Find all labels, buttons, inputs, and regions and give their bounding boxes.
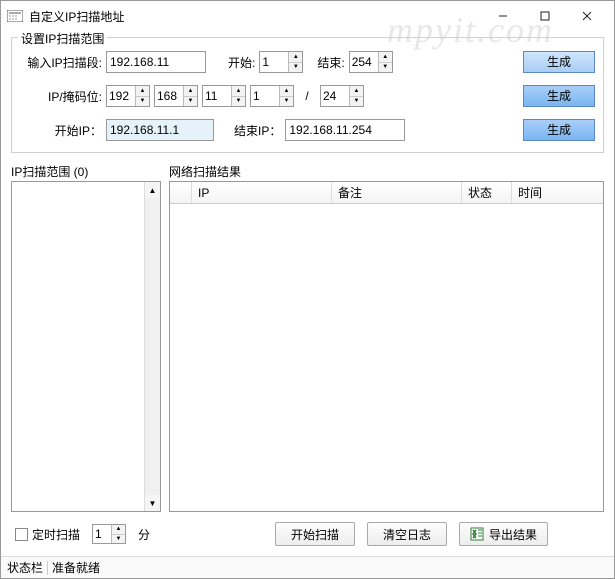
segment-input[interactable] (106, 51, 206, 73)
generate-button-1[interactable]: 生成 (523, 51, 595, 73)
col-remark[interactable]: 备注 (332, 182, 462, 203)
octet1-spinner[interactable]: ▲▼ (106, 85, 150, 107)
start-spinner[interactable]: ▲▼ (259, 51, 303, 73)
status-bar: 状态栏 准备就绪 (1, 556, 614, 578)
statusbar-label: 状态栏 (7, 559, 43, 576)
octet2-spinner[interactable]: ▲▼ (154, 85, 198, 107)
timed-scan-label: 定时扫描 (32, 526, 80, 543)
window-title: 自定义IP扫描地址 (29, 8, 482, 25)
spinner-up-icon[interactable]: ▲ (379, 52, 392, 63)
group-title: 设置IP扫描范围 (18, 30, 107, 47)
ip-range-panel: IP扫描范围 (0) ▲ ▼ (11, 163, 161, 512)
scrollbar[interactable]: ▲ ▼ (144, 182, 160, 511)
export-button[interactable]: 导出结果 (459, 522, 548, 546)
minimize-button[interactable] (482, 2, 524, 30)
generate-button-2[interactable]: 生成 (523, 85, 595, 107)
spinner-down-icon[interactable]: ▼ (379, 63, 392, 73)
timed-scan-checkbox[interactable]: 定时扫描 (15, 526, 80, 543)
endip-input[interactable] (285, 119, 405, 141)
spinner-down-icon[interactable]: ▼ (289, 63, 302, 73)
ip-range-list[interactable]: ▲ ▼ (11, 181, 161, 512)
result-panel: 网络扫描结果 IP 备注 状态 时间 (169, 163, 604, 512)
slash-label: / (298, 89, 316, 103)
start-label: 开始: (228, 54, 255, 71)
app-icon (7, 9, 23, 23)
statusbar-text: 准备就绪 (52, 559, 100, 576)
end-spinner-input[interactable] (350, 52, 378, 72)
spinner-up-icon[interactable]: ▲ (289, 52, 302, 63)
title-bar: 自定义IP扫描地址 (1, 1, 614, 31)
end-spinner[interactable]: ▲▼ (349, 51, 393, 73)
col-blank[interactable] (170, 182, 192, 203)
checkbox-box[interactable] (15, 528, 28, 541)
result-title: 网络扫描结果 (169, 163, 604, 181)
start-scan-button[interactable]: 开始扫描 (275, 522, 355, 546)
startip-input[interactable] (106, 119, 214, 141)
scan-range-group: 设置IP扫描范围 输入IP扫描段: 开始: ▲▼ 结束: ▲▼ 生成 (11, 37, 604, 153)
ip-range-title: IP扫描范围 (0) (11, 163, 161, 181)
col-status[interactable]: 状态 (462, 182, 512, 203)
col-ip[interactable]: IP (192, 182, 332, 203)
clear-log-button[interactable]: 清空日志 (367, 522, 447, 546)
scroll-up-icon[interactable]: ▲ (145, 182, 160, 198)
maskbits-spinner[interactable]: ▲▼ (320, 85, 364, 107)
statusbar-separator (47, 561, 48, 575)
mask-label: IP/掩码位: (20, 88, 102, 105)
endip-label: 结束IP： (234, 122, 281, 139)
close-button[interactable] (566, 2, 608, 30)
scroll-down-icon[interactable]: ▼ (145, 495, 160, 511)
generate-button-3[interactable]: 生成 (523, 119, 595, 141)
start-spinner-input[interactable] (260, 52, 288, 72)
result-table[interactable]: IP 备注 状态 时间 (169, 181, 604, 512)
segment-label: 输入IP扫描段: (20, 54, 102, 71)
interval-spinner[interactable]: ▲▼ (92, 524, 126, 544)
startip-label: 开始IP： (20, 122, 102, 139)
col-time[interactable]: 时间 (512, 182, 603, 203)
octet4-spinner[interactable]: ▲▼ (250, 85, 294, 107)
excel-icon (470, 527, 484, 541)
end-label: 结束: (317, 54, 344, 71)
octet3-spinner[interactable]: ▲▼ (202, 85, 246, 107)
maximize-button[interactable] (524, 2, 566, 30)
bottom-bar: 定时扫描 ▲▼ 分 开始扫描 清空日志 导出结果 (11, 512, 604, 556)
interval-unit: 分 (138, 526, 150, 543)
